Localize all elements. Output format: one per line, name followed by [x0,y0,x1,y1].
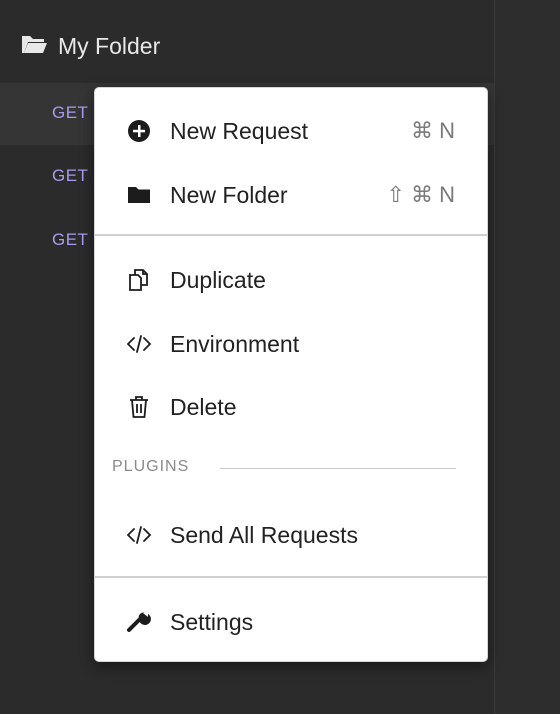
menu-item-duplicate[interactable]: Duplicate [95,254,487,304]
plugins-section-header: PLUGINS [112,458,472,478]
folder-open-icon [20,33,48,60]
menu-item-delete[interactable]: Delete [95,381,487,431]
shortcut-hint: ⌘ N [411,118,455,143]
section-divider [220,468,456,469]
menu-item-environment[interactable]: Environment [95,318,487,368]
menu-item-label: New Request [170,118,309,144]
menu-item-label: Send All Requests [170,522,358,548]
shortcut-hint: ⇧ ⌘ N [386,182,455,207]
folder-name: My Folder [58,32,161,59]
plus-circle-icon [126,118,152,144]
context-menu: New Request ⌘ N New Folder ⇧ ⌘ N Duplica… [94,87,488,662]
folder-row[interactable]: My Folder [20,30,160,62]
code-icon [126,522,152,548]
folder-icon [126,182,152,208]
menu-item-new-folder[interactable]: New Folder ⇧ ⌘ N [95,169,487,219]
section-title: PLUGINS [112,458,190,475]
request-method: GET [52,166,89,185]
menu-item-label: Settings [170,609,254,635]
request-method: GET [52,103,89,122]
menu-item-label: New Folder [170,182,288,208]
wrench-icon [126,609,152,635]
menu-item-label: Environment [170,331,300,357]
menu-separator [95,234,487,236]
menu-separator [95,576,487,578]
trash-icon [126,394,152,420]
duplicate-icon [126,267,152,293]
menu-item-new-request[interactable]: New Request ⌘ N [95,105,487,155]
menu-item-label: Duplicate [170,267,266,293]
menu-item-settings[interactable]: Settings [95,596,487,646]
code-icon [126,331,152,357]
menu-item-send-all-requests[interactable]: Send All Requests [95,509,487,559]
request-method: GET [52,230,89,249]
menu-item-label: Delete [170,394,237,420]
request-pane [495,0,560,714]
